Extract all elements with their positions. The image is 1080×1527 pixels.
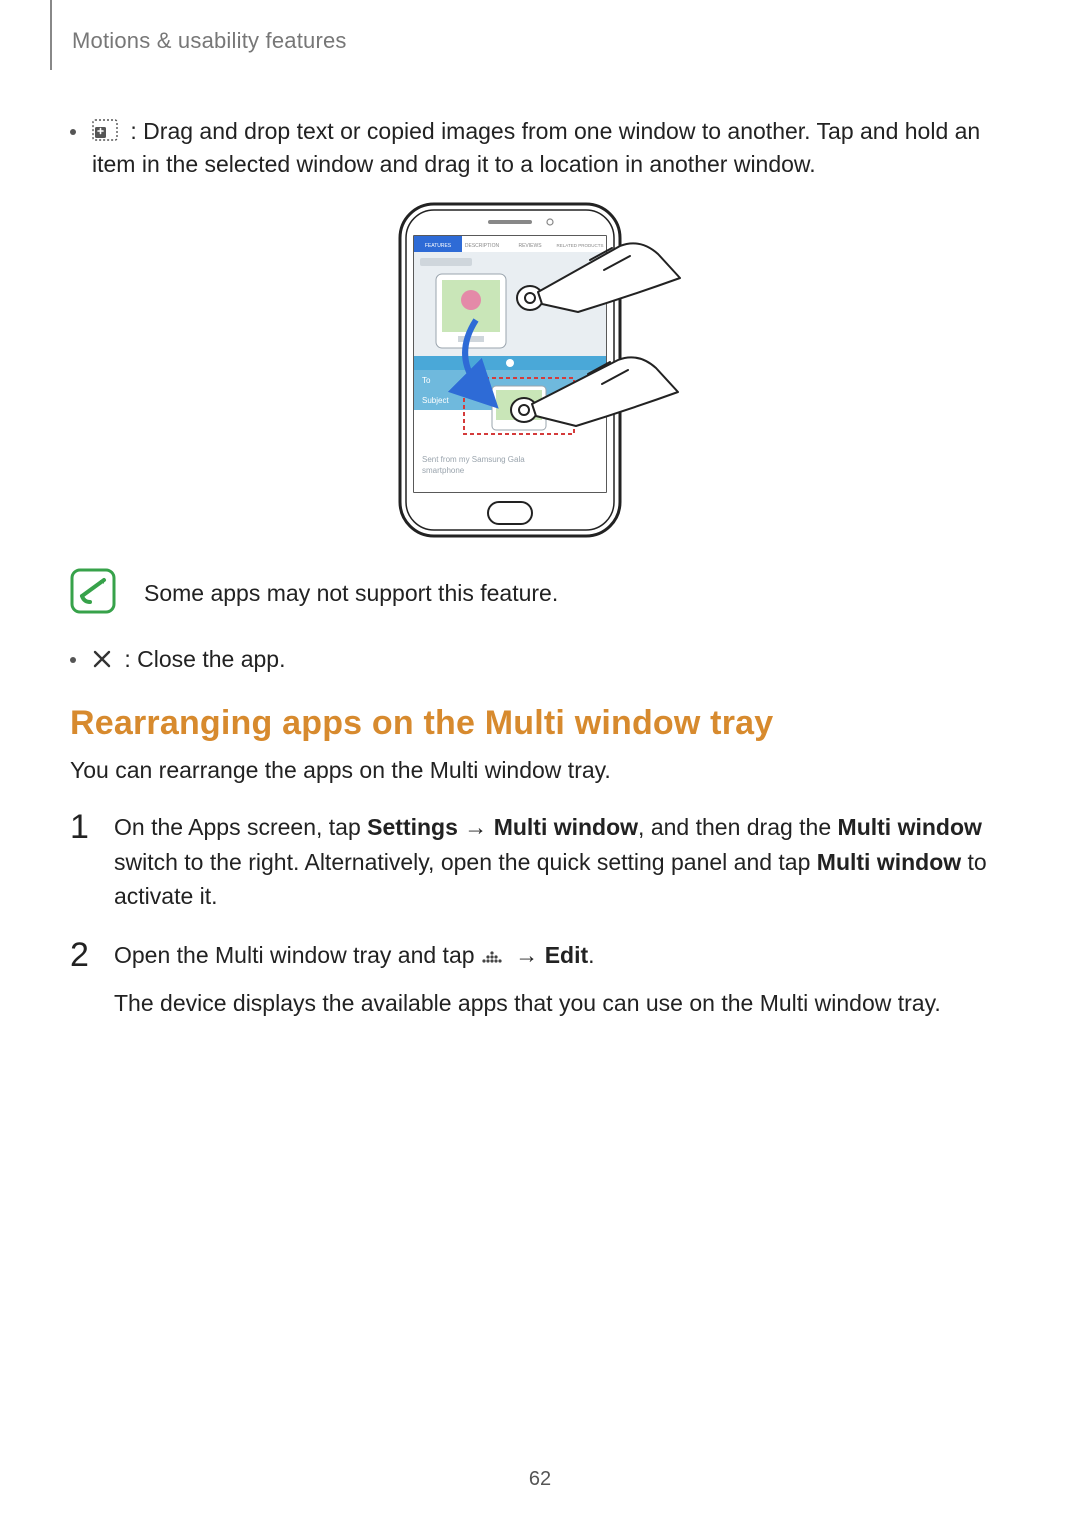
step-text: Open the Multi window tray and tap <box>114 942 481 968</box>
header-rule <box>50 0 52 70</box>
section-heading: Rearranging apps on the Multi window tra… <box>70 704 1010 743</box>
step-body: On the Apps screen, tap Settings → Multi… <box>114 810 1010 914</box>
bullet-text: : Close the app. <box>118 646 286 672</box>
bullet-body: : Close the app. <box>92 643 1010 676</box>
arrow-text: → <box>509 942 545 968</box>
email-footer: Sent from my Samsung Gala <box>422 455 525 464</box>
tab-label: DESCRIPTION <box>465 243 500 249</box>
step-text: , and then drag the <box>638 814 838 840</box>
bold-edit: Edit <box>545 942 588 968</box>
note-callout: Some apps may not support this feature. <box>70 568 1010 619</box>
email-footer: smartphone <box>422 466 465 475</box>
step-number: 2 <box>70 938 96 972</box>
close-icon <box>92 649 112 669</box>
step-body: Open the Multi window tray and tap <box>114 938 1010 1021</box>
step-text: On the Apps screen, tap <box>114 814 367 840</box>
tab-label: REVIEWS <box>518 243 542 249</box>
bold-settings: Settings <box>367 814 458 840</box>
step-text: switch to the right. Alternatively, open… <box>114 849 817 875</box>
note-text: Some apps may not support this feature. <box>144 580 558 607</box>
step-2: 2 Open the Multi window tray and tap <box>70 938 1010 1021</box>
drag-copy-icon <box>92 119 118 141</box>
bullet-drag-drop: : Drag and drop text or copied images fr… <box>70 115 1010 182</box>
bold-multi-window: Multi window <box>494 814 638 840</box>
step-number: 1 <box>70 810 96 844</box>
bullet-dot-icon <box>70 657 76 663</box>
drag-drop-illustration: FEATURES DESCRIPTION REVIEWS RELATED PRO… <box>70 200 1010 540</box>
chapter-title: Motions & usability features <box>72 28 347 54</box>
bold-multi-window: Multi window <box>817 849 961 875</box>
tab-label: FEATURES <box>425 243 452 249</box>
page-number: 62 <box>0 1468 1080 1491</box>
page-content: : Drag and drop text or copied images fr… <box>70 115 1010 1045</box>
step-text: The device displays the available apps t… <box>114 986 1010 1021</box>
tab-label: RELATED PRODUCTS <box>557 243 604 248</box>
bullet-body: : Drag and drop text or copied images fr… <box>92 115 1010 182</box>
bullet-dot-icon <box>70 129 76 135</box>
step-text: . <box>588 942 594 968</box>
manual-page: Motions & usability features : Drag and … <box>0 0 1080 1527</box>
tray-menu-icon <box>481 950 503 964</box>
bullet-text: : Drag and drop text or copied images fr… <box>92 118 980 177</box>
step-1: 1 On the Apps screen, tap Settings → Mul… <box>70 810 1010 914</box>
phone-illustration-svg: FEATURES DESCRIPTION REVIEWS RELATED PRO… <box>380 200 700 540</box>
field-label: To <box>422 376 431 385</box>
field-label: Subject <box>422 396 449 405</box>
section-intro: You can rearrange the apps on the Multi … <box>70 757 1010 784</box>
arrow-text: → <box>458 814 494 840</box>
bold-multi-window: Multi window <box>838 814 982 840</box>
note-badge-icon <box>70 568 116 619</box>
bullet-close-app: : Close the app. <box>70 643 1010 676</box>
